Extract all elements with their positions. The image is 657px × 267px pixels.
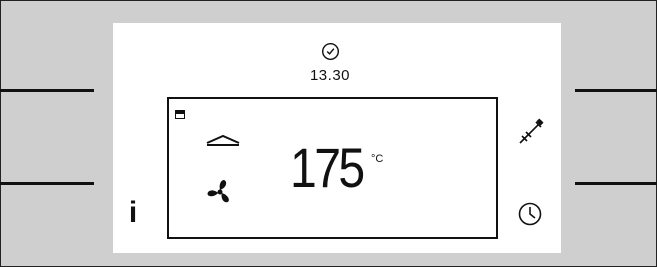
meat-probe-icon[interactable] [516,117,546,147]
timer-icon[interactable] [517,201,543,227]
top-heat-icon [206,134,240,146]
left-bottom-button[interactable] [0,182,94,185]
temperature-unit: °C [371,153,384,165]
clock-time: 13.30 [309,67,351,84]
right-top-button[interactable] [575,89,657,92]
info-button[interactable]: i [123,198,143,228]
clock-icon [321,42,340,61]
left-top-button[interactable] [0,89,94,92]
fan-icon [207,179,229,203]
right-bottom-button[interactable] [575,182,657,185]
door-lock-icon [175,110,185,119]
temperature-value: 175 [290,136,365,199]
